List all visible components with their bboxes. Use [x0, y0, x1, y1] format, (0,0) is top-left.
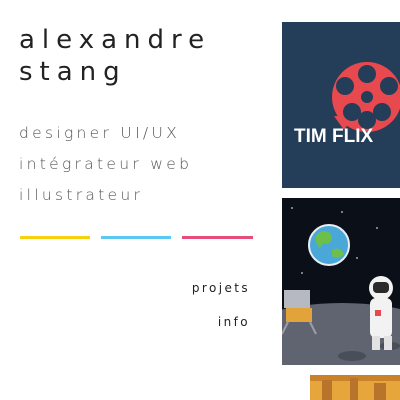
site-title-line2: stang: [19, 57, 127, 87]
role-designer: designer UI/UX: [19, 124, 181, 142]
role-list: designer UI/UX intégrateur web illustrat…: [19, 118, 192, 211]
earth-icon: [308, 224, 350, 266]
accent-bar-pink: [182, 236, 253, 239]
project-tile-desert[interactable]: [310, 375, 400, 400]
project-tile-astronaut[interactable]: [282, 198, 400, 365]
site-title: alexandre stang: [19, 24, 211, 88]
role-integrator: intégrateur web: [19, 155, 193, 173]
role-illustrator: illustrateur: [19, 186, 144, 204]
timflix-logo-text: TIM FLIX: [294, 126, 373, 147]
accent-bar-blue: [101, 236, 171, 239]
film-reel-icon: [332, 62, 400, 132]
nav-projects-link[interactable]: projets: [192, 281, 250, 295]
timflix-thumbnail: TIM FLIX: [282, 22, 400, 188]
site-title-line1: alexandre: [19, 25, 212, 55]
accent-bar-yellow: [20, 236, 90, 239]
astronaut-illustration: [282, 198, 400, 365]
nav-info-link[interactable]: info: [218, 315, 250, 329]
desert-illustration: [310, 375, 400, 400]
project-tile-timflix[interactable]: TIM FLIX: [282, 22, 400, 188]
